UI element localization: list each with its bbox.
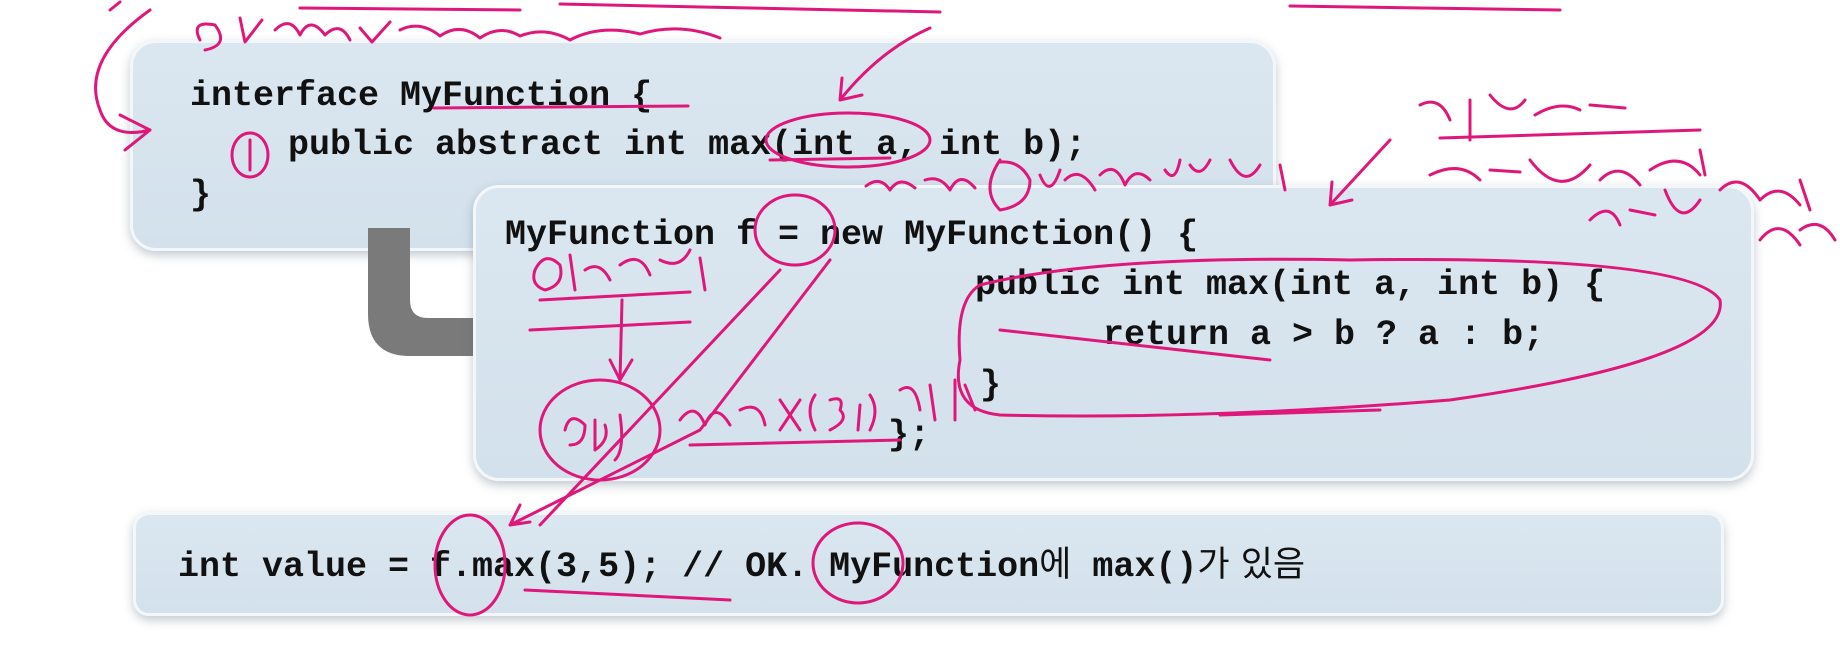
- interface-line-3: }: [190, 175, 212, 215]
- anonymous-line-1: MyFunction f = new MyFunction() {: [505, 215, 1199, 255]
- usage-note-ko-1: 에: [1039, 545, 1072, 585]
- anonymous-line-4: }: [980, 365, 1002, 405]
- anonymous-line-5: };: [888, 415, 931, 455]
- anonymous-line-2: public int max(int a, int b) {: [975, 265, 1606, 305]
- interface-line-2: public abstract int max(int a, int b);: [288, 125, 1087, 165]
- usage-code: int value = f.max(3,5); // OK. MyFunctio…: [178, 547, 1040, 587]
- usage-note-ko-2: 가 있음: [1197, 545, 1306, 585]
- usage-note-code: max(): [1071, 547, 1198, 587]
- usage-line: int value = f.max(3,5); // OK. MyFunctio…: [178, 548, 1305, 585]
- interface-line-1: interface MyFunction {: [190, 76, 653, 116]
- anonymous-line-3: return a > b ? a : b;: [1103, 315, 1545, 355]
